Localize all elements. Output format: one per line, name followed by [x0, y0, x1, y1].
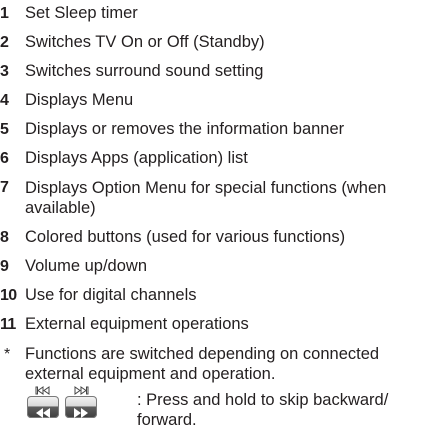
- item-number: 8: [0, 229, 9, 246]
- list-item: 2 Switches TV On or Off (Standby): [0, 33, 438, 52]
- item-number: 11: [0, 316, 16, 333]
- list-item: 11 External equipment operations: [0, 315, 438, 334]
- list-item: 5 Displays or removes the information ba…: [0, 120, 438, 139]
- item-text: Switches TV On or Off (Standby): [25, 33, 265, 51]
- instruction-list: 1 Set Sleep timer 2 Switches TV On or Of…: [0, 4, 438, 430]
- item-text: Colored buttons (used for various functi…: [25, 228, 346, 246]
- item-text: Displays Menu: [25, 91, 134, 109]
- list-item: 3 Switches surround sound setting: [0, 62, 438, 81]
- item-number: 4: [0, 92, 9, 109]
- item-number: 7: [0, 179, 9, 196]
- item-number: 10: [0, 287, 17, 304]
- item-text: Displays or removes the information bann…: [25, 120, 345, 138]
- footnote-text: Functions are switched depending on conn…: [25, 345, 380, 383]
- item-text: Use for digital channels: [25, 286, 197, 304]
- item-text: Displays Apps (application) list: [25, 149, 248, 167]
- item-number: 3: [0, 63, 9, 80]
- footnote-marker: *: [4, 346, 11, 363]
- item-number: 1: [0, 5, 9, 22]
- list-item: 8 Colored buttons (used for various func…: [0, 228, 438, 247]
- fast-forward-icon: [74, 408, 88, 418]
- item-number: 2: [0, 34, 9, 51]
- skip-instruction-text: : Press and hold to skip backward/ forwa…: [137, 391, 389, 429]
- skip-forward-button-illustration: [65, 386, 97, 420]
- list-item: 7 Displays Option Menu for special funct…: [0, 178, 438, 218]
- item-text: Volume up/down: [25, 257, 148, 275]
- item-number: 6: [0, 150, 9, 167]
- item-text: Displays Option Menu for special functio…: [25, 179, 387, 217]
- list-item: 6 Displays Apps (application) list: [0, 149, 438, 168]
- item-text: Set Sleep timer: [25, 4, 138, 22]
- rewind-button: [27, 396, 59, 418]
- item-text: Switches surround sound setting: [25, 62, 264, 80]
- skip-backward-icon: [35, 386, 50, 395]
- skip-forward-icon: [74, 386, 89, 395]
- list-item: 1 Set Sleep timer: [0, 4, 438, 23]
- skip-backward-button-illustration: [27, 386, 59, 420]
- rewind-icon: [36, 408, 50, 418]
- list-item: 9 Volume up/down: [0, 257, 438, 276]
- item-text: External equipment operations: [25, 315, 249, 333]
- item-number: 5: [0, 121, 9, 138]
- footnote: * Functions are switched depending on co…: [0, 344, 438, 430]
- list-item: 4 Displays Menu: [0, 91, 438, 110]
- item-number: 9: [0, 258, 9, 275]
- skip-instruction: : Press and hold to skip backward/ forwa…: [25, 386, 438, 430]
- list-item: 10 Use for digital channels: [0, 286, 438, 305]
- fast-forward-button: [65, 396, 97, 418]
